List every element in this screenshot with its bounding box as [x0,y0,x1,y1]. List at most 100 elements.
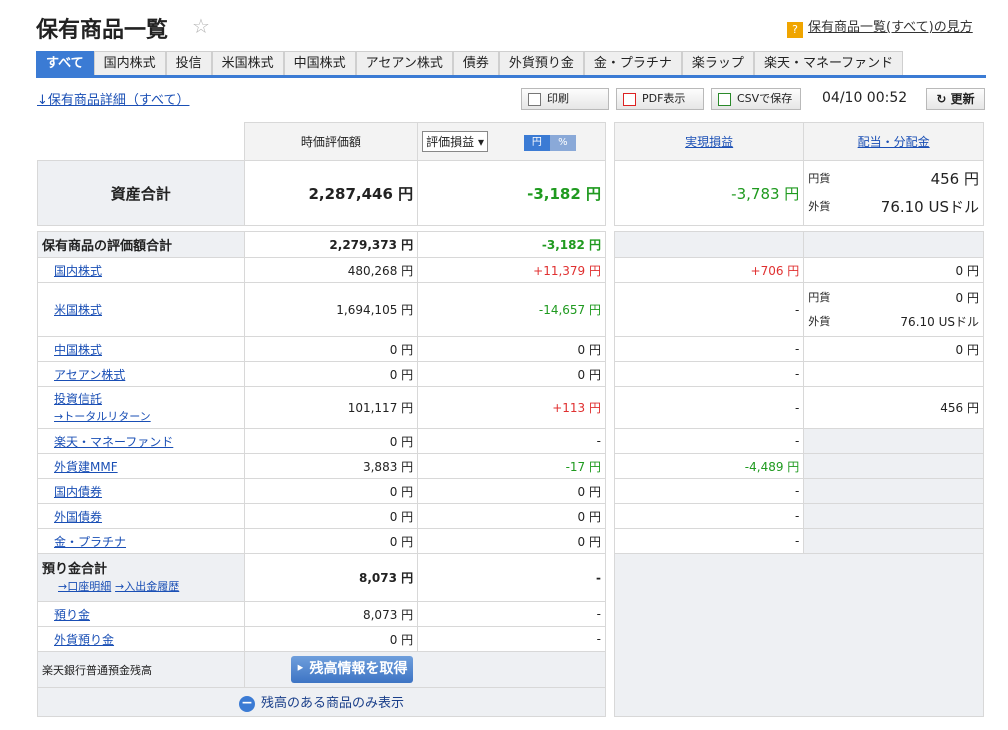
tab-gold-platinum[interactable]: 金・プラチナ [583,51,682,75]
row-value: 1,694,105 円 [243,282,419,337]
holdings-total-eval: -3,182 円 [417,231,606,258]
row-eval: 0 円 [417,478,606,504]
row-link[interactable]: 投資信託 [54,392,102,406]
row-value: 0 円 [243,528,419,554]
row-realized: - [613,361,805,387]
pdf-button[interactable]: PDF表示 [616,88,704,110]
row-value: 0 円 [243,478,419,504]
row-value: 0 円 [243,336,419,362]
deposit-total-value: 8,073 円 [243,553,419,602]
row-eval: - [417,626,606,652]
row-realized: - [613,478,805,504]
row-link[interactable]: 楽天・マネーファンド [54,435,173,449]
row-link[interactable]: 米国株式 [54,303,102,317]
row-link[interactable]: 預り金 [54,608,90,622]
row-realized: - [613,503,805,529]
holdings-table: 時価評価額 評価損益 ▾ 円% 資産合計 2,287,446 円 -3,182 … [37,122,607,717]
eval-select[interactable]: 評価損益 ▾ [422,131,489,152]
toggle-pct[interactable]: % [549,135,576,151]
tab-bond[interactable]: 債券 [452,51,499,75]
row-div-fx: 76.10 USドル [900,314,979,329]
tab-us-stock[interactable]: 米国株式 [211,51,284,75]
div-yen-label: 円貨 [808,172,831,185]
tab-china-stock[interactable]: 中国株式 [283,51,356,75]
row-link[interactable]: 外貨預り金 [54,633,114,647]
table-row: 中国株式 0 円 0 円 [37,336,606,362]
row-value: 8,073 円 [243,601,419,627]
refresh-icon: ↻ [936,92,951,106]
row-realized: - [613,386,805,429]
tab-all[interactable]: すべて [36,51,94,75]
unit-toggle[interactable]: 円% [523,134,576,151]
row-link[interactable]: 国内債券 [54,485,102,499]
chevron-down-icon: ▾ [478,135,485,149]
detail-link[interactable]: ↓保有商品詳細（すべて） [37,89,189,108]
row-value: 0 円 [243,626,419,652]
toggle-yen[interactable]: 円 [523,135,550,151]
row-realized: - [613,428,805,454]
account-detail-link[interactable]: →口座明細 [42,580,111,593]
deposit-total-eval: - [417,553,606,602]
holdings-total-label: 保有商品の評価額合計 [37,231,245,258]
printer-icon [528,92,541,106]
row-value: 101,117 円 [243,386,419,429]
deposit-total-label: 預り金合計 [42,561,108,577]
show-only-toggle[interactable]: − 残高のある商品のみ表示 [37,687,606,717]
row-eval: 0 円 [417,503,606,529]
star-icon[interactable]: ☆ [192,14,210,38]
div-yen-label: 円貨 [808,290,831,304]
row-dividend: 0 円 [803,336,984,362]
table-row: アセアン株式 0 円 0 円 [37,361,606,387]
table-row: 金・プラチナ 0 円 0 円 [37,528,606,554]
refresh-button[interactable]: ↻ 更新 [926,88,985,110]
col-realized[interactable]: 実現損益 [685,135,733,149]
total-realized: -3,783 円 [613,160,805,226]
row-eval: -17 円 [417,453,606,479]
row-value: 0 円 [243,428,419,454]
row-eval: - [417,601,606,627]
table-row: 預り金 8,073 円 - [37,601,606,627]
row-eval: 0 円 [417,528,606,554]
bank-balance-label: 楽天銀行普通預金残高 [37,651,245,688]
transfer-history-link[interactable]: →入出金履歴 [115,580,179,593]
table-row: 外国債券 0 円 0 円 [37,503,606,529]
total-value: 2,287,446 円 [243,160,419,226]
holdings-total-value: 2,279,373 円 [243,231,419,258]
row-link[interactable]: 金・プラチナ [54,535,126,549]
row-link[interactable]: アセアン株式 [54,368,125,382]
print-button[interactable]: 印刷 [521,88,609,110]
row-link[interactable]: 中国株式 [54,343,102,357]
row-dividend [803,361,984,387]
table-row: 楽天・マネーファンド 0 円 - [37,428,606,454]
minus-circle-icon: − [238,696,255,712]
help-icon: ? [787,22,803,38]
row-link[interactable]: 外国債券 [54,510,102,524]
tab-rakuwrap[interactable]: 楽ラップ [681,51,754,75]
tab-fx-deposit[interactable]: 外貨預り金 [498,51,584,75]
total-return-link[interactable]: →トータルリターン [54,410,151,423]
total-label: 資産合計 [37,160,245,226]
tab-bar: すべて 国内株式 投信 米国株式 中国株式 アセアン株式 債券 外貨預り金 金・… [36,51,986,78]
row-link[interactable]: 外貨建MMF [54,460,118,474]
get-balance-button[interactable]: ‣ 残高情報を取得 [290,656,413,683]
tab-money-fund[interactable]: 楽天・マネーファンド [753,51,904,75]
table-row: 投資信託 →トータルリターン 101,117 円 +113 円 [37,386,606,429]
csv-icon [718,92,731,106]
tab-fund[interactable]: 投信 [165,51,212,75]
tab-asean-stock[interactable]: アセアン株式 [355,51,453,75]
total-div-yen: 456 円 [930,170,979,188]
div-fx-label: 外貨 [808,200,831,213]
csv-button[interactable]: CSVで保存 [711,88,801,110]
table-row: 外貨預り金 0 円 - [37,626,606,652]
pdf-icon [623,92,636,106]
help-link[interactable]: ? 保有商品一覧(すべて)の見方 [787,16,973,38]
row-eval: +113 円 [417,386,606,429]
row-link[interactable]: 国内株式 [54,264,102,278]
realized-table: 実現損益 配当・分配金 -3,783 円 円貨 456 円外貨 76.10 USドル… [613,122,984,717]
row-value: 0 円 [243,361,419,387]
tab-domestic-stock[interactable]: 国内株式 [93,51,166,75]
row-realized: +706 円 [613,257,805,283]
col-dividend[interactable]: 配当・分配金 [858,135,930,149]
eval-header: 評価損益 ▾ 円% [417,122,606,161]
table-row: 米国株式 1,694,105 円 -14,657 円 [37,282,606,337]
